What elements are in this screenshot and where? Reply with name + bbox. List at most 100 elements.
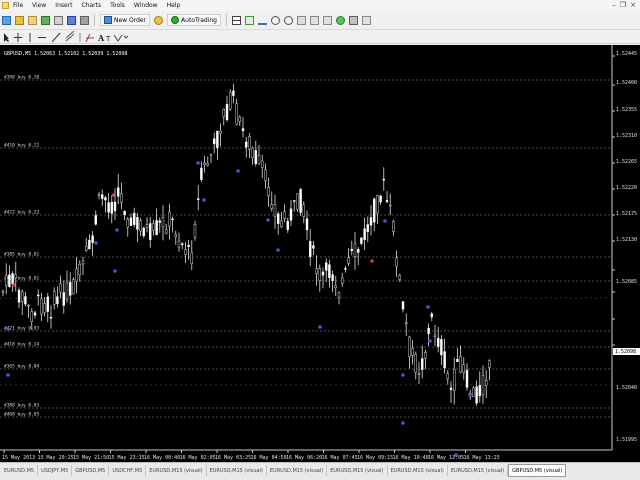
candle-body [392,221,395,232]
candle-body [318,268,321,281]
chart-window[interactable]: #398 buy 0.20 #410 buy 0.21 #422 buy 0.22 #… [0,45,640,462]
chart-tab[interactable]: USDCHF,M5 [109,465,147,476]
candle-body [33,312,37,316]
cursor-icon[interactable] [4,32,9,42]
candle-body [129,217,133,226]
autoscroll-icon[interactable] [310,15,319,25]
candle-body [72,279,75,295]
candle-body [347,257,350,264]
line-chart-icon[interactable] [258,16,267,25]
trade-marker [12,283,16,287]
time-label: 15 May 20:25 [38,455,74,461]
terminal-icon[interactable] [67,15,76,25]
candle-body [81,260,85,265]
menu-charts[interactable]: Charts [82,2,102,9]
candle-body [459,356,462,373]
chart-tab[interactable]: EURUSD,M15 (visual) [327,465,388,476]
trade-marker [115,228,119,232]
chart-tab[interactable]: GBPUSD,M5 (visual) [508,464,567,477]
candle-body [100,194,104,199]
navigator-icon[interactable] [54,15,63,25]
trade-marker [468,393,472,397]
market-watch-icon[interactable] [28,15,37,25]
bar-chart-icon[interactable] [232,15,241,25]
tile-windows-icon[interactable] [297,15,306,25]
candle-body [62,292,65,306]
candle-body [478,384,481,397]
indicators-icon[interactable] [336,15,345,25]
autotrading-icon [171,16,180,24]
candle-body [414,354,417,373]
text-label-icon[interactable]: A [97,33,105,43]
crosshair-icon[interactable] [14,32,22,42]
fibonacci-icon[interactable] [85,33,94,42]
candle-body [107,202,110,213]
chart-title: GBPUSD,M5 1.52063 1.52102 1.52039 1.5209… [4,51,128,57]
minimize-icon[interactable]: – [612,1,616,9]
zoom-in-icon[interactable] [271,15,280,25]
candle-body [472,387,475,397]
text-icon[interactable]: T [105,35,111,43]
price-chart[interactable]: #398 buy 0.20 #410 buy 0.21 #422 buy 0.22 #… [0,45,640,462]
candle-body [344,268,347,270]
menu-help[interactable]: Help [167,2,181,9]
candle-body [139,220,142,232]
strategy-tester-icon[interactable] [80,15,89,25]
candle-body [212,138,216,145]
candle-body [331,274,334,281]
chart-tab[interactable]: EURUSD,M15 (visual) [146,465,207,476]
candle-body [88,239,91,250]
chart-tab[interactable]: USDJPY,M5 [38,465,73,476]
close-icon[interactable]: × [630,1,636,9]
metatrader-window: File View Insert Charts Tools Window Hel… [0,0,640,480]
metaeditor-icon[interactable] [154,15,164,25]
arrows-icon[interactable] [113,34,123,42]
candle-body [373,198,376,223]
candle-body [94,215,98,225]
new-order-button[interactable]: New Order [100,14,151,26]
candlestick-icon[interactable] [245,15,254,25]
profiles-icon[interactable] [15,15,24,25]
data-window-icon[interactable] [41,15,50,25]
order-line-label: #385 buy 0.01 [4,252,40,258]
candle-body [56,296,59,304]
chevron-down-icon[interactable] [123,35,129,39]
candle-body [104,197,107,201]
restore-icon[interactable]: ❐ [620,1,626,9]
menu-view[interactable]: View [32,2,46,9]
candle-body [241,128,245,132]
chart-tab[interactable]: EURUSD,M15 (visual) [448,465,509,476]
chart-tab[interactable]: GBPUSD,M5 [72,465,110,476]
trade-marker [370,259,374,263]
new-chart-icon[interactable] [2,15,11,25]
candle-body [475,386,478,404]
autotrading-button[interactable]: AutoTrading [167,14,221,26]
time-label: 16 May 13:25 [464,455,500,461]
window-controls: – ❐ × [612,1,636,9]
candle-body [113,201,117,212]
chart-tab[interactable]: EURUSD,M5 [1,465,39,476]
menu-file[interactable]: File [13,2,23,9]
menu-tools[interactable]: Tools [110,2,125,9]
chart-tab[interactable]: EURUSD,M15 (visual) [388,465,448,476]
trade-marker [236,169,240,173]
trendline-icon[interactable] [51,32,61,42]
candle-body [193,224,197,238]
candle-body [411,347,414,356]
candle-body [145,224,149,229]
menu-window[interactable]: Window [134,2,158,9]
chart-tab[interactable]: EURUSD,M15 (visual) [267,465,328,476]
candle-body [21,291,24,302]
time-label: 16 May 12:05 [428,455,464,461]
time-axis: 15 May 2013 15 May 20:25 15 May 21:50 15 Ma… [2,450,500,461]
candle-body [40,298,43,315]
chart-tab[interactable]: EURUSD,M15 (visual) [207,465,267,476]
candle-body [465,369,469,388]
channel-icon[interactable] [65,30,75,41]
candle-body [161,217,165,228]
templates-icon[interactable] [362,15,371,25]
menu-insert[interactable]: Insert [55,2,72,9]
chart-shift-icon[interactable] [323,15,332,25]
periods-icon[interactable] [349,15,358,25]
zoom-out-icon[interactable] [284,15,293,25]
